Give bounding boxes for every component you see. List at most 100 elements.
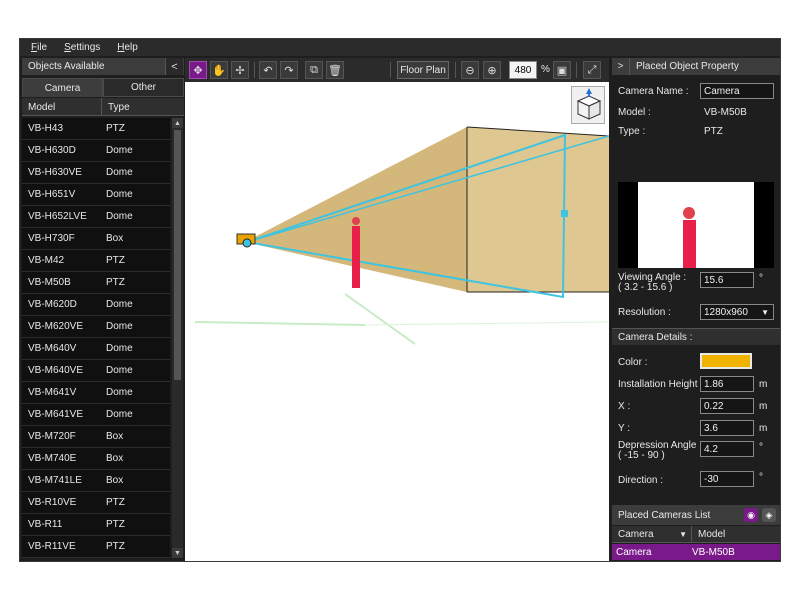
scroll-up-icon[interactable]: ▲	[172, 118, 183, 128]
pan-hand-icon[interactable]: ✋	[210, 61, 228, 79]
depression-angle-range: ( -15 - 90 )	[618, 450, 665, 461]
table-row[interactable]: VB-M741LE Box	[22, 470, 170, 492]
installation-height-input[interactable]	[700, 376, 754, 392]
preview-drawing	[683, 207, 696, 268]
navigation-cube-icon[interactable]	[571, 86, 605, 124]
floor-plan-button[interactable]: Floor Plan	[397, 61, 449, 79]
depression-angle-input[interactable]	[700, 441, 754, 457]
table-row[interactable]: VB-H652LVE Dome	[22, 206, 170, 228]
row-type: PTZ	[106, 519, 125, 530]
collapse-panel-button[interactable]: <	[165, 58, 183, 75]
table-row[interactable]: VB-H43 PTZ	[22, 118, 170, 140]
table-row[interactable]: VB-H651V Dome	[22, 184, 170, 206]
objects-scrollbar[interactable]: ▲ ▼	[172, 118, 183, 558]
toolbar-divider	[254, 62, 255, 78]
row-model: VB-M620VE	[28, 321, 84, 332]
property-panel-title: Placed Object Property	[636, 61, 739, 72]
table-row[interactable]: VB-M50B PTZ	[22, 272, 170, 294]
x-input[interactable]	[700, 398, 754, 414]
direction-input[interactable]	[700, 471, 754, 487]
zoom-in-icon[interactable]: ⊕	[483, 61, 501, 79]
row-model: VB-H651V	[28, 189, 76, 200]
column-model[interactable]: Model	[22, 98, 102, 116]
camera-preview-image	[638, 182, 754, 268]
expand-panel-button[interactable]: >	[612, 58, 630, 75]
table-row[interactable]: VB-M641VE Dome	[22, 404, 170, 426]
table-row[interactable]: VB-M720F Box	[22, 426, 170, 448]
table-row[interactable]: VB-R11 PTZ	[22, 514, 170, 536]
menu-help[interactable]: Help	[117, 42, 138, 53]
row-model: VB-H630VE	[28, 167, 82, 178]
fit-view-icon[interactable]: ▣	[553, 61, 571, 79]
row-type: Dome	[106, 409, 133, 420]
x-label: X :	[618, 401, 631, 412]
resize-handle[interactable]	[561, 210, 568, 217]
column-camera[interactable]: Camera ▼	[612, 526, 692, 542]
table-row[interactable]: VB-M42 PTZ	[22, 250, 170, 272]
redo-icon[interactable]: ↷	[280, 61, 298, 79]
3d-viewport[interactable]	[185, 82, 609, 561]
type-label: Type :	[618, 126, 646, 137]
menu-file[interactable]: File	[31, 42, 47, 53]
row-type: Dome	[106, 365, 133, 376]
table-row[interactable]: VB-H630VE Dome	[22, 162, 170, 184]
row-type: Dome	[106, 343, 133, 354]
person-figure-head	[352, 217, 360, 225]
color-swatch[interactable]	[700, 353, 752, 369]
type-value: PTZ	[704, 126, 723, 137]
select-move-icon[interactable]: ✥	[189, 61, 207, 79]
menu-settings[interactable]: Settings	[64, 42, 100, 53]
delete-icon[interactable]: 🗑	[326, 61, 344, 79]
row-type: PTZ	[106, 277, 125, 288]
row-model: VB-H730F	[28, 233, 75, 244]
table-row[interactable]: VB-H730F Box	[22, 228, 170, 250]
table-row[interactable]: VB-M640V Dome	[22, 338, 170, 360]
app-window: File Settings Help Objects Available < C…	[19, 38, 781, 562]
table-row[interactable]: VB-R10VE PTZ	[22, 492, 170, 514]
table-row[interactable]: VB-R11VE PTZ	[22, 536, 170, 558]
table-row[interactable]: VB-M740E Box	[22, 448, 170, 470]
row-type: PTZ	[106, 541, 125, 552]
meter-unit: m	[759, 379, 768, 390]
row-type: PTZ	[106, 255, 125, 266]
y-label: Y :	[618, 423, 631, 434]
y-input[interactable]	[700, 420, 754, 436]
row-model: VB-M641VE	[28, 409, 84, 420]
camera-details-section: Camera Details :	[612, 328, 780, 345]
tab-other[interactable]: Other	[103, 78, 184, 97]
fullscreen-icon[interactable]: ⤢	[583, 61, 601, 79]
column-type[interactable]: Type	[102, 98, 130, 116]
table-row[interactable]: VB-H630D Dome	[22, 140, 170, 162]
rotate-move-icon[interactable]: ✢	[231, 61, 249, 79]
row-type: Dome	[106, 387, 133, 398]
cube-view-icon[interactable]: ◈	[762, 508, 776, 522]
row-model: VB-M720F	[28, 431, 76, 442]
preview-person	[683, 220, 696, 268]
row-model: VB-H652LVE	[28, 211, 87, 222]
table-row[interactable]: VB-M641V Dome	[22, 382, 170, 404]
row-model: VB-H630D	[28, 145, 76, 156]
objects-table-header: Model Type	[22, 98, 184, 116]
camera-name-input[interactable]	[700, 83, 774, 99]
table-row[interactable]: VB-M640VE Dome	[22, 360, 170, 382]
tab-camera[interactable]: Camera	[22, 78, 103, 97]
meter-unit: m	[759, 401, 768, 412]
viewing-angle-input[interactable]	[700, 272, 754, 288]
degree-unit: °	[759, 273, 763, 284]
row-model: VB-H43	[28, 123, 64, 134]
table-row[interactable]: VB-M620D Dome	[22, 294, 170, 316]
row-model: VB-M741LE	[28, 475, 82, 486]
zoom-input[interactable]	[509, 61, 537, 79]
eye-visibility-icon[interactable]: ◉	[744, 508, 758, 522]
column-model[interactable]: Model	[692, 526, 725, 542]
resolution-select[interactable]: 1280x960 ▼	[700, 304, 774, 320]
table-row[interactable]: Camera VB-M50B	[612, 544, 780, 560]
camera-handle[interactable]	[242, 238, 252, 248]
scroll-thumb[interactable]	[174, 130, 181, 380]
undo-icon[interactable]: ↶	[259, 61, 277, 79]
table-row[interactable]: VB-M620VE Dome	[22, 316, 170, 338]
zoom-out-icon[interactable]: ⊖	[461, 61, 479, 79]
copy-icon[interactable]: ⧉	[305, 61, 323, 79]
person-figure[interactable]	[352, 226, 360, 288]
scroll-down-icon[interactable]: ▼	[172, 548, 183, 558]
